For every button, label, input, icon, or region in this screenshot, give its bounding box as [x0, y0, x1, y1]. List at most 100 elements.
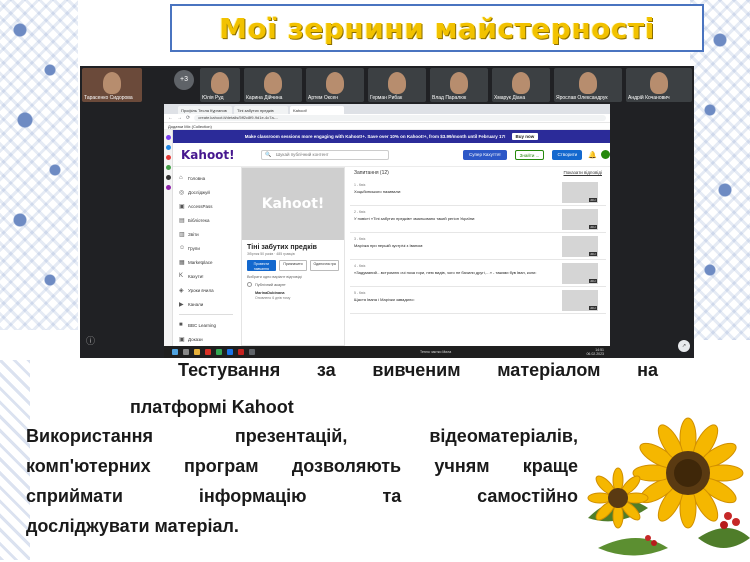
question-item[interactable]: 5 - Квіз Щастя Івана і Марічки завадило:… — [350, 287, 606, 314]
participant-tile[interactable]: Андрій Кочанович — [626, 68, 692, 102]
app-icon[interactable] — [249, 349, 255, 355]
participant-name: Юлія Руд — [202, 95, 224, 101]
participant-name: Тарасенко Сидорова — [84, 95, 133, 101]
nav-item-groups[interactable]: ☺ Групи — [173, 241, 239, 255]
participant-tile[interactable]: Карина Дійчина — [244, 68, 302, 102]
app-icon[interactable] — [165, 155, 171, 160]
nav-item-more[interactable]: ▣ Докази — [173, 332, 239, 346]
paragraph-line-1: Тестування за вивченим матеріалом на — [178, 360, 658, 380]
time-badge: 20 с — [589, 252, 597, 256]
question-text: «Задуманий…встромлю очі поза гори, нею в… — [354, 270, 537, 275]
slide-title: Мої зернини майстерності — [219, 11, 655, 45]
weather-widget[interactable]: Тепло частко Мила — [420, 350, 451, 354]
time-badge: 20 с — [589, 279, 597, 283]
search-input[interactable]: Шукай публічний контент — [261, 149, 389, 160]
app-icon[interactable] — [205, 349, 211, 355]
visibility-label: Публічний акаунт — [255, 282, 286, 287]
avatar[interactable] — [600, 150, 610, 159]
chrome-icon[interactable] — [216, 349, 222, 355]
promo-text: Make classroom sessions more engaging wi… — [244, 134, 506, 139]
quiz-cover[interactable]: Kahoot! — [242, 168, 344, 240]
paragraph-line-4: комп'ютерних програм дозволяють учням кр… — [26, 456, 578, 476]
nav-item-reports[interactable]: ▥ Звіти — [173, 227, 239, 241]
question-item[interactable]: 2 - Квіз У повісті «Тіні забутих предків… — [350, 206, 606, 233]
buy-now-button[interactable]: Buy now — [511, 133, 539, 140]
participant-face — [326, 72, 344, 94]
browser-tab[interactable]: Профіль Тесла Курганов — [178, 106, 232, 114]
participant-face — [512, 72, 530, 94]
search-icon[interactable] — [183, 349, 189, 355]
question-thumbnail: 20 с — [562, 263, 598, 284]
bookmarks-bar[interactable]: Додатки Mix (Collection) — [164, 123, 610, 130]
nav-item-discover[interactable]: ◎ Досліджуй — [173, 185, 239, 199]
participant-tile[interactable]: Ярослав Олександрук — [554, 68, 622, 102]
url-field[interactable]: create.kahoot.it/details/5ff2c8f9-9d1e-4… — [194, 115, 606, 121]
nav-item-home[interactable]: ⌂ Головна — [173, 171, 239, 185]
participant-tile[interactable]: Влад Паралюк — [430, 68, 488, 102]
nav-item-bbc[interactable]: ■ BBC Learning — [173, 318, 239, 332]
app-icon[interactable] — [227, 349, 233, 355]
app-icon[interactable] — [165, 145, 171, 150]
kahoot-logo[interactable]: Kahoot! — [181, 148, 261, 162]
super-kahoot-button[interactable]: Супер Кахуття! — [463, 149, 507, 160]
reload-icon[interactable]: ⟳ — [186, 115, 190, 121]
participant-face — [264, 72, 282, 94]
question-text: Марічка при першій зустрічі з Іваном: — [354, 243, 424, 248]
quiz-card: Kahoot! Тіні забутих предків Збірник 50 … — [241, 167, 345, 346]
paragraph-line-5: сприймати інформацію та самостійно — [26, 486, 578, 506]
present-button[interactable]: Провести навчання — [247, 260, 276, 271]
bell-icon[interactable]: 🔔 — [588, 151, 597, 159]
app-icon[interactable] — [165, 165, 171, 170]
windows-start-icon[interactable] — [172, 349, 178, 355]
promo-banner: Make classroom sessions more engaging wi… — [173, 130, 610, 143]
video-call-screenshot: Тарасенко Сидорова +3 Юлія Руд Карина Ді… — [80, 66, 694, 358]
browser-sidebar — [164, 130, 173, 346]
time-badge: 20 с — [589, 306, 597, 310]
participant-name: Артем Оксен — [308, 95, 339, 101]
participant-face — [388, 72, 406, 94]
participant-tile[interactable]: Артем Оксен — [306, 68, 364, 102]
nav-item-accesspass[interactable]: ▣ AccessPass — [173, 199, 239, 213]
participant-tile[interactable]: Хмарук Діана — [492, 68, 550, 102]
info-icon[interactable]: ⓘ — [86, 334, 95, 347]
participant-tile[interactable]: Тарасенко Сидорова — [82, 68, 142, 102]
app-icon[interactable] — [165, 185, 171, 190]
app-icon[interactable] — [165, 135, 171, 140]
show-answers-link[interactable]: Показати відповіді — [563, 170, 602, 176]
folder-icon[interactable] — [194, 349, 200, 355]
record-icon[interactable]: ↗ — [678, 340, 690, 352]
assign-button[interactable]: Призначити — [278, 260, 308, 271]
nav-item-marketplace[interactable]: ▦ Marketplace — [173, 255, 239, 269]
solo-play-button[interactable]: Одиночна гра — [310, 260, 340, 271]
nav-item-kahoots[interactable]: K Кахути! — [173, 269, 239, 283]
browser-tab[interactable]: Тіні забутих предків — [234, 106, 288, 114]
participant-tile[interactable]: Герман Рибак — [368, 68, 426, 102]
clock[interactable]: 14:51 06.02.2023 — [586, 348, 604, 356]
nav-item-library[interactable]: ▤ Бібліотека — [173, 213, 239, 227]
app-icon[interactable] — [165, 175, 171, 180]
reports-icon: ▥ — [179, 231, 185, 238]
nav-label: Канали — [188, 301, 204, 307]
forward-icon[interactable]: → — [177, 115, 182, 121]
participant-tile[interactable]: Юлія Руд — [200, 68, 240, 102]
nav-item-lessons[interactable]: ◈ Уроки вчила — [173, 283, 239, 297]
participant-face — [579, 72, 597, 94]
kahoot-header: Kahoot! Шукай публічний контент Супер Ка… — [173, 143, 610, 167]
question-item[interactable]: 3 - Квіз Марічка при першій зустрічі з І… — [350, 233, 606, 260]
participant-name: Андрій Кочанович — [628, 95, 670, 101]
participant-face — [650, 72, 668, 94]
back-icon[interactable]: ← — [168, 115, 173, 121]
create-button[interactable]: Створити — [552, 149, 583, 160]
author-name[interactable]: MarinaDubinana — [242, 287, 344, 295]
app-icon[interactable] — [238, 349, 244, 355]
nav-item-channels[interactable]: ▶ Канали — [173, 297, 239, 311]
join-button[interactable]: Знайти ... — [514, 149, 545, 160]
browser-tab-active[interactable]: Kahoot! — [290, 106, 344, 114]
nav-label: Кахути! — [188, 273, 204, 279]
store-icon: ▦ — [179, 259, 185, 266]
question-item[interactable]: 4 - Квіз «Задуманий…встромлю очі поза го… — [350, 260, 606, 287]
question-item[interactable]: 1 - Квіз Хоцьбинського називали: 20 с — [350, 179, 606, 206]
participant-count-badge[interactable]: +3 — [174, 70, 194, 90]
question-thumbnail: 20 с — [562, 209, 598, 230]
nav-label: Головна — [188, 175, 206, 181]
